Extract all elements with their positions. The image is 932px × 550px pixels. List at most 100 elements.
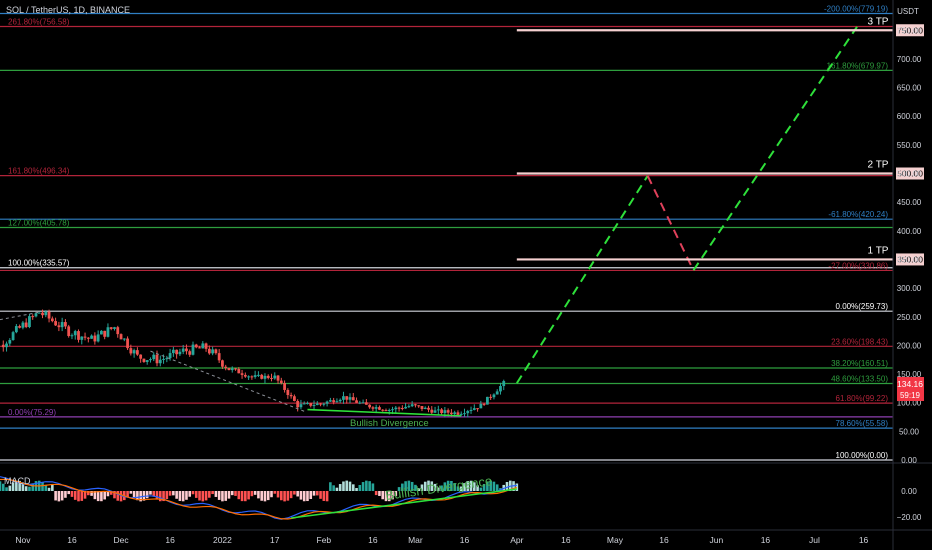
candle-body — [335, 401, 339, 403]
macd-bar — [67, 491, 70, 495]
macd-bar — [132, 491, 136, 498]
candle-body — [257, 374, 260, 376]
candle-body — [194, 344, 198, 348]
candle-body — [227, 367, 231, 371]
candle-body — [456, 412, 460, 415]
candle-body — [348, 397, 352, 400]
macd-bar — [296, 491, 299, 497]
candle-body — [260, 374, 264, 379]
x-tick-label: Apr — [510, 535, 523, 545]
candle-body — [381, 409, 385, 411]
macd-bar — [358, 484, 362, 491]
candle-body — [472, 408, 476, 410]
x-tick-label: 2022 — [213, 535, 232, 545]
candle-body — [100, 330, 103, 335]
candle-body — [86, 337, 90, 339]
fib-label: 23.60%(198.43) — [831, 337, 888, 346]
candle-body — [489, 396, 493, 398]
macd-bar — [8, 485, 12, 491]
x-tick-label: Jun — [710, 535, 724, 545]
candle-body — [41, 312, 44, 316]
candle-body — [387, 409, 391, 411]
macd-bar — [57, 491, 61, 502]
candle-body — [198, 347, 201, 349]
candle-body — [450, 412, 453, 415]
macd-bar — [492, 481, 496, 491]
candle-body — [145, 360, 149, 362]
candle-body — [122, 338, 126, 340]
candle-body — [374, 407, 378, 409]
candle-body — [397, 407, 401, 409]
candle-body — [77, 331, 80, 340]
candle-body — [113, 327, 116, 329]
candle-body — [378, 407, 381, 410]
macd-bar — [165, 491, 169, 500]
candle-body — [319, 403, 322, 405]
macd-bar — [289, 491, 293, 499]
fib-label: 127.00%(405.78) — [8, 218, 70, 227]
candle-body — [201, 343, 205, 349]
candle-body — [90, 335, 93, 339]
macd-bar — [70, 491, 74, 497]
macd-bar — [378, 491, 381, 496]
fib-label: 48.60%(133.50) — [831, 375, 888, 384]
candle-body — [149, 359, 152, 361]
macd-bar — [234, 491, 237, 496]
y-tick-label: 350.00 — [897, 255, 922, 264]
macd-bar — [47, 487, 51, 491]
macd-bar — [54, 491, 57, 501]
candle-body — [270, 377, 273, 379]
macd-bar — [168, 491, 172, 496]
candle-body — [126, 338, 129, 349]
candle-body — [485, 396, 489, 405]
y-tick-label: 700.00 — [897, 55, 922, 64]
macd-bar — [129, 491, 133, 494]
macd-bar — [116, 491, 120, 501]
fib-label: -27.00%(330.86) — [828, 261, 888, 270]
candle-body — [276, 375, 280, 381]
macd-bar — [351, 484, 355, 491]
y-tick-label: 500.00 — [897, 170, 922, 179]
macd-bar — [227, 491, 231, 499]
candle-body — [31, 316, 35, 318]
candle-body — [171, 349, 175, 354]
candle-body — [407, 406, 411, 408]
candle-body — [309, 403, 313, 406]
candle-body — [391, 409, 394, 411]
candle-body — [466, 410, 470, 414]
macd-bar — [495, 484, 499, 491]
candle-body — [263, 375, 267, 379]
candle-body — [338, 399, 342, 402]
macd-bar — [73, 491, 77, 500]
macd-bar — [276, 491, 280, 498]
candle-body — [237, 368, 241, 374]
macd-bar — [319, 491, 322, 499]
macd-bar — [345, 480, 349, 491]
fib-label: 78.60%(55.58) — [836, 419, 889, 428]
candle-body — [34, 313, 38, 317]
macd-bar — [208, 491, 211, 498]
y-tick-label: 0.00 — [901, 456, 917, 465]
candle-body — [469, 409, 473, 411]
candle-body — [44, 311, 48, 316]
candle-body — [168, 353, 172, 359]
price-badge-countdown: 59:19 — [900, 391, 921, 400]
fib-label: 161.80%(496.34) — [8, 167, 70, 176]
x-tick-label: 16 — [761, 535, 771, 545]
candle-body — [459, 413, 463, 415]
macd-bar — [224, 491, 228, 501]
fib-label: 261.80%(756.58) — [8, 17, 70, 26]
target-label: 3 TP — [868, 16, 889, 27]
candle-body — [322, 403, 326, 405]
macd-bar — [80, 491, 84, 501]
macd-bar — [221, 491, 224, 502]
price-chart[interactable]: -200.00%(779.19) 261.80%(756.58) 161.80%(6… — [0, 0, 932, 550]
candle-body — [47, 311, 51, 319]
candle-body — [404, 406, 408, 409]
candle-body — [70, 335, 74, 337]
candle-body — [328, 400, 332, 402]
candle-body — [299, 404, 303, 408]
macd-bar — [260, 491, 263, 501]
candle-body — [289, 395, 293, 397]
macd-bar — [5, 487, 8, 491]
